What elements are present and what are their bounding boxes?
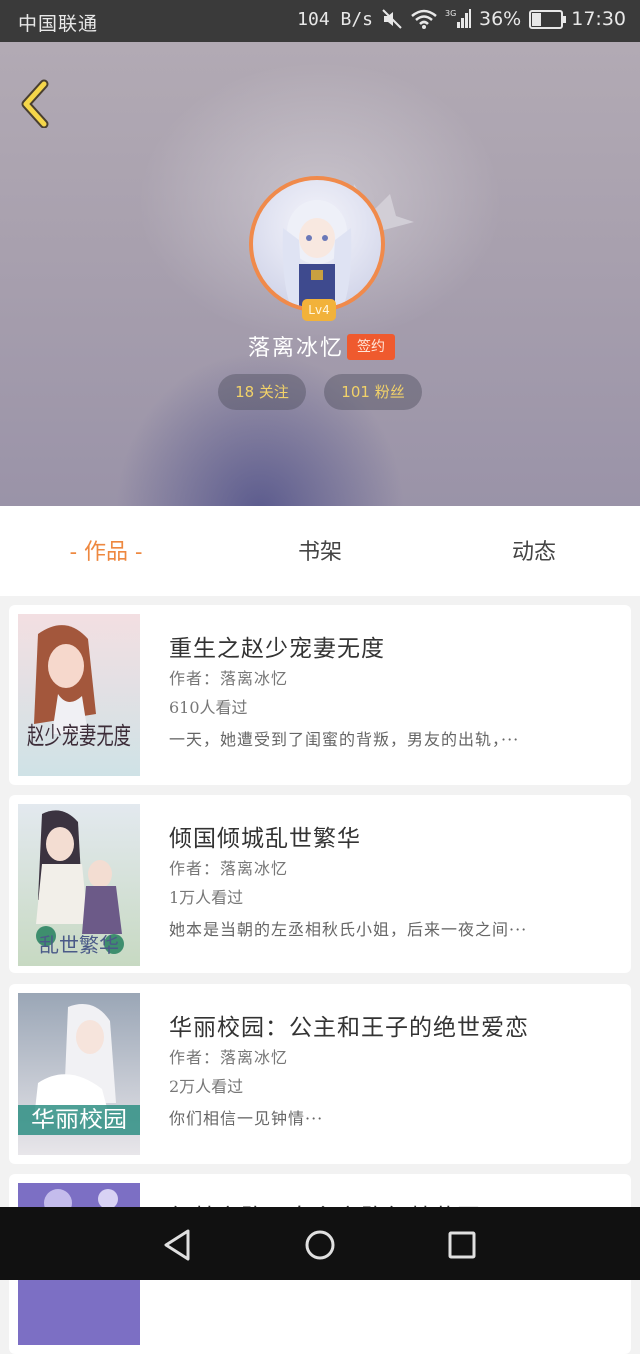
fans-count-button[interactable]: 101 粉丝 <box>324 374 422 410</box>
book-description: 她本是当朝的左丞相秋氏小姐，后来一夜之间··· <box>169 920 528 939</box>
book-title: 华丽校园：公主和王子的绝世爱恋 <box>169 1015 529 1041</box>
book-list-item[interactable]: 乱世繁华 倾国倾城乱世繁华 作者：落离冰忆 1万人看过 她本是当朝的左丞相秋氏小… <box>9 795 631 973</box>
nav-recents-button[interactable] <box>442 1225 482 1265</box>
network-speed: 104 B/s <box>297 8 373 30</box>
avatar[interactable] <box>249 176 385 312</box>
system-navigation-bar <box>0 1207 640 1280</box>
book-list-item[interactable]: 赵少宠妻无度 重生之赵少宠妻无度 作者：落离冰忆 610人看过 一天，她遭受到了… <box>9 605 631 785</box>
username: 落离冰忆 <box>248 336 345 361</box>
triangle-back-icon <box>164 1229 190 1261</box>
book-cover: 乱世繁华 <box>18 804 140 966</box>
chevron-left-icon <box>21 79 49 129</box>
signal-type-label: 3G <box>445 9 456 18</box>
square-recents-icon <box>448 1231 476 1259</box>
back-button[interactable] <box>14 76 58 129</box>
book-view-count: 2万人看过 <box>169 1077 244 1096</box>
clock: 17:30 <box>571 8 626 30</box>
level-badge: Lv4 <box>302 299 336 321</box>
profile-header: Lv4 落离冰忆 签约 18 关注 101 粉丝 <box>0 42 640 506</box>
tab-activity[interactable]: 动态 <box>484 506 584 596</box>
carrier-name: 中国联通 <box>18 13 99 35</box>
tab-bookshelf[interactable]: 书架 <box>270 506 370 596</box>
status-bar: 中国联通 104 B/s 3G 36% 17:30 <box>0 0 640 42</box>
following-count-button[interactable]: 18 关注 <box>218 374 306 410</box>
nav-back-button[interactable] <box>158 1225 198 1265</box>
book-view-count: 1万人看过 <box>169 888 244 907</box>
book-author: 作者：落离冰忆 <box>169 859 289 878</box>
book-cover: 赵少宠妻无度 <box>18 614 140 776</box>
battery-icon <box>529 9 567 29</box>
mute-icon <box>382 9 402 29</box>
wifi-icon <box>411 9 437 29</box>
book-cover-title: 赵少宠妻无度 <box>27 722 131 750</box>
book-title: 重生之赵少宠妻无度 <box>169 636 385 662</box>
cellular-signal-icon: 3G <box>445 9 471 28</box>
book-description: 一天，她遭受到了闺蜜的背叛，男友的出轨，··· <box>169 730 520 749</box>
book-author: 作者：落离冰忆 <box>169 669 289 688</box>
book-list-item[interactable]: 华丽校园 华丽校园：公主和王子的绝世爱恋 作者：落离冰忆 2万人看过 你们相信一… <box>9 984 631 1164</box>
tab-works[interactable]: - 作品 - <box>54 506 158 596</box>
nav-home-button[interactable] <box>300 1225 340 1265</box>
status-icons: 104 B/s 3G 36% 17:30 <box>297 8 626 30</box>
book-title: 倾国倾城乱世繁华 <box>169 826 361 852</box>
book-cover-title: 乱世繁华 <box>39 933 119 957</box>
book-author: 作者：落离冰忆 <box>169 1048 289 1067</box>
book-cover: 华丽校园 <box>18 993 140 1155</box>
circle-home-icon <box>305 1230 335 1260</box>
battery-percent: 36% <box>479 8 522 30</box>
book-description: 你们相信一见钟情··· <box>169 1109 324 1128</box>
profile-tabs: - 作品 - 书架 动态 <box>0 506 640 596</box>
book-cover-title: 华丽校园 <box>31 1108 127 1133</box>
signed-author-badge: 签约 <box>347 334 395 360</box>
avatar-illustration <box>282 200 352 308</box>
book-view-count: 610人看过 <box>169 698 248 717</box>
